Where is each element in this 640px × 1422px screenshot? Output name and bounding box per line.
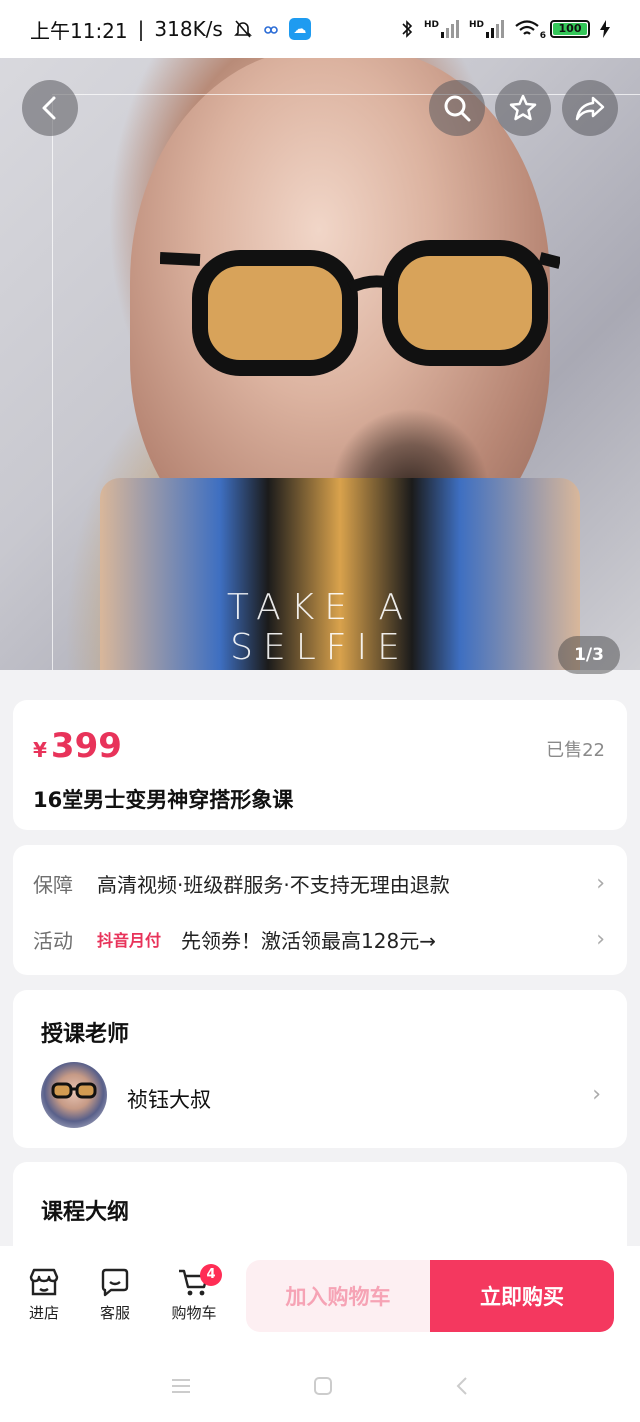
signal-bars-1-icon <box>440 20 459 38</box>
hero-caption-line1: TAKE A <box>226 587 414 628</box>
search-button[interactable] <box>429 80 485 136</box>
price: ¥ 399 <box>33 726 122 766</box>
guarantee-value: 高清视频·班级群服务·不支持无理由退款 <box>97 872 450 897</box>
product-title: 16堂男士变男神穿搭形象课 <box>33 788 294 812</box>
bluetooth-icon <box>400 19 414 39</box>
guarantee-row[interactable]: 保障 高清视频·班级群服务·不支持无理由退款 › <box>33 863 605 903</box>
signal-bars-2-icon <box>486 20 504 38</box>
teacher-section-title: 授课老师 <box>41 1022 130 1047</box>
store-icon <box>12 1266 76 1298</box>
teacher-name: 祯钰大叔 <box>127 1088 211 1112</box>
activity-row[interactable]: 活动 抖音月付 先领券！激活领最高128元→ › <box>33 919 605 959</box>
wifi-icon: 6 <box>514 19 546 41</box>
home-icon[interactable] <box>312 1375 334 1397</box>
nav-back-icon[interactable] <box>454 1375 470 1397</box>
status-bar: 上午11:21 | 318K/s ☁ HD HD 6 100 <box>0 0 640 58</box>
activity-tag: 抖音月付 <box>97 931 162 950</box>
activity-value: 先领券！激活领最高128元→ <box>181 928 436 953</box>
search-icon <box>444 95 471 122</box>
share-arrow-icon <box>575 96 605 121</box>
signal-1: HD <box>424 20 459 38</box>
menu-icon[interactable] <box>170 1377 192 1395</box>
cart-label: 购物车 <box>171 1304 217 1322</box>
service-card: 保障 高清视频·班级群服务·不支持无理由退款 › 活动 抖音月付 先领券！激活领… <box>13 845 627 975</box>
outline-section-title: 课程大纲 <box>41 1200 130 1225</box>
signal-2: HD <box>469 20 504 38</box>
battery-level: 100 <box>553 23 587 35</box>
guarantee-label: 保障 <box>33 872 73 897</box>
teacher-card[interactable]: 授课老师 祯钰大叔 › <box>13 990 627 1148</box>
favorite-button[interactable] <box>495 80 551 136</box>
store-label: 进店 <box>28 1304 59 1322</box>
cart-count-badge: 4 <box>200 1264 222 1286</box>
hero-caption-line2: SELFIE <box>230 627 410 668</box>
price-value: 399 <box>50 726 122 766</box>
system-nav-bar <box>0 1366 640 1406</box>
chevron-left-icon <box>42 96 56 120</box>
chat-icon <box>83 1266 147 1298</box>
guide-line-horizontal <box>52 94 640 95</box>
store-button[interactable]: 进店 <box>12 1266 76 1323</box>
hero-caption: TAKE A SELFIE <box>0 588 640 668</box>
status-time: 上午11:21 <box>30 18 128 43</box>
cloud-app-icon: ☁ <box>288 18 311 40</box>
sunglasses-graphic <box>160 240 560 376</box>
sim1-hd-label: HD <box>423 20 439 30</box>
mute-bell-icon <box>233 19 253 39</box>
bottom-action-bar: 进店 客服 4 购物车 加入购物车 立即购买 <box>0 1246 640 1422</box>
guide-line-vertical <box>52 96 53 670</box>
price-currency: ¥ <box>33 738 47 762</box>
status-speed: 318K/s <box>154 17 223 41</box>
back-button[interactable] <box>22 80 78 136</box>
avatar-sunglasses-graphic <box>51 1082 97 1099</box>
chevron-right-icon: › <box>596 926 605 952</box>
sim2-hd-label: HD <box>468 20 484 30</box>
status-divider: | <box>137 17 145 41</box>
star-icon <box>509 94 537 121</box>
share-button[interactable] <box>562 80 618 136</box>
add-to-cart-button[interactable]: 加入购物车 <box>246 1260 430 1332</box>
price-card: ¥ 399 已售22 16堂男士变男神穿搭形象课 <box>13 700 627 830</box>
wifi-label: 6 <box>539 31 546 41</box>
buy-now-button[interactable]: 立即购买 <box>430 1260 614 1332</box>
customer-service-label: 客服 <box>99 1304 130 1322</box>
product-hero-image[interactable]: TAKE A SELFIE <box>0 48 640 670</box>
battery-icon: 100 <box>550 20 590 38</box>
image-pager: 1/3 <box>558 636 620 674</box>
teacher-avatar <box>41 1062 107 1128</box>
cart-button[interactable]: 4 购物车 <box>162 1264 226 1323</box>
chevron-right-icon: › <box>592 1082 601 1107</box>
activity-label: 活动 <box>33 928 73 953</box>
sold-count: 已售22 <box>546 740 605 761</box>
chevron-right-icon: › <box>596 870 605 896</box>
charging-icon <box>600 20 610 38</box>
customer-service-button[interactable]: 客服 <box>83 1266 147 1323</box>
link-icon <box>263 23 279 35</box>
